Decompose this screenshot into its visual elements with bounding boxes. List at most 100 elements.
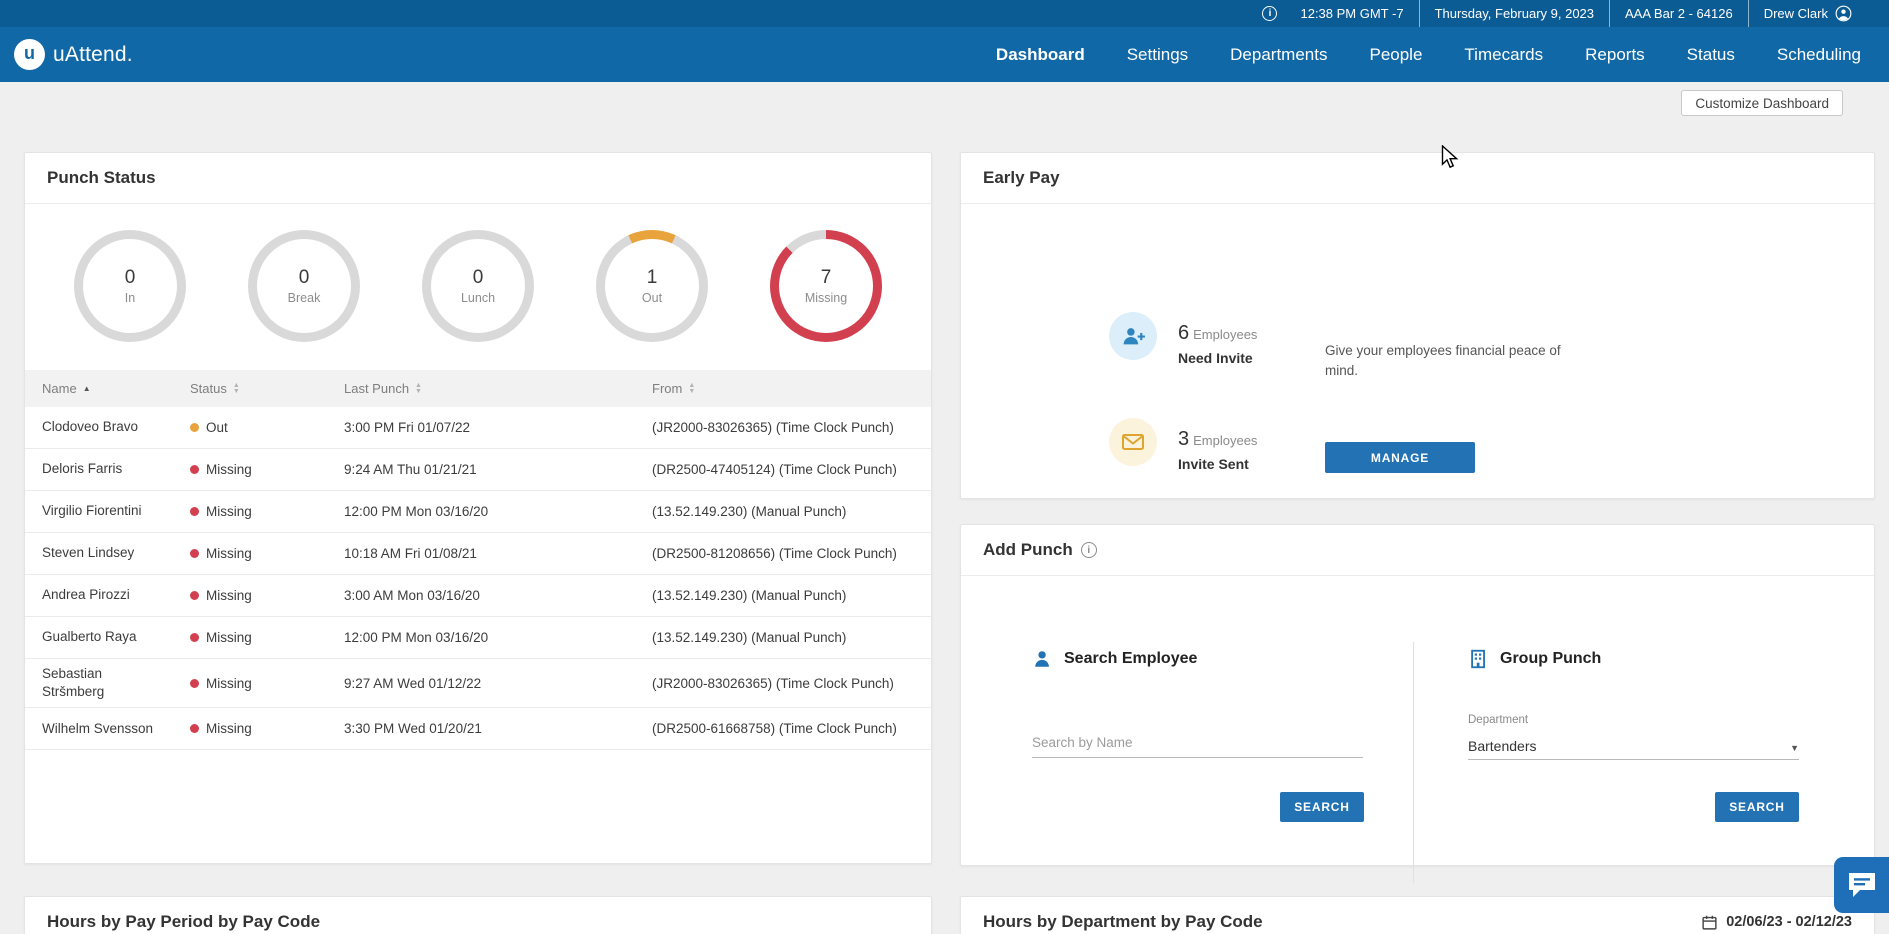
- person-add-icon: [1121, 324, 1146, 349]
- department-select[interactable]: Bartenders: [1468, 732, 1799, 760]
- date-range-text: 02/06/23 - 02/12/23: [1726, 914, 1852, 930]
- gauge-ring: 0 Break: [248, 230, 360, 342]
- status-text: Missing: [206, 630, 252, 645]
- gauge-ring: 1 Out: [596, 230, 708, 342]
- nav-item-status[interactable]: Status: [1687, 45, 1735, 65]
- status-dot-icon: [190, 633, 199, 642]
- punch-source: (13.52.149.230) (Manual Punch): [652, 498, 914, 525]
- punch-status-cell: Missing: [190, 582, 344, 609]
- status-text: Missing: [206, 676, 252, 691]
- manage-button[interactable]: MANAGE: [1325, 442, 1475, 473]
- gauge-value: 0: [125, 267, 136, 289]
- gauge-value: 1: [647, 267, 658, 289]
- brand-logo[interactable]: uAttend: [14, 39, 133, 70]
- need-invite-icon-circle: [1109, 312, 1157, 360]
- search-employee-input[interactable]: [1032, 728, 1363, 758]
- chat-widget-button[interactable]: [1834, 857, 1889, 913]
- nav-links: Dashboard Settings Departments People Ti…: [996, 45, 1861, 65]
- nav-item-timecards[interactable]: Timecards: [1464, 45, 1543, 65]
- table-row[interactable]: Sebastian Stršmberg Missing 9:27 AM Wed …: [25, 659, 931, 708]
- search-employee-button[interactable]: SEARCH: [1280, 792, 1364, 822]
- chat-bubble-icon: [1846, 870, 1878, 900]
- table-header: Name Status Last Punch From: [25, 370, 931, 407]
- gauge-value: 7: [821, 267, 832, 289]
- employee-name: Gualberto Raya: [42, 622, 190, 652]
- punch-source: (13.52.149.230) (Manual Punch): [652, 582, 914, 609]
- last-punch: 3:00 PM Fri 01/07/22: [344, 414, 652, 441]
- account-name[interactable]: AAA Bar 2 - 64126: [1610, 0, 1748, 27]
- last-punch: 10:18 AM Fri 01/08/21: [344, 540, 652, 567]
- gauge-label: In: [125, 291, 135, 305]
- table-row[interactable]: Wilhelm Svensson Missing 3:30 PM Wed 01/…: [25, 708, 931, 750]
- nav-item-settings[interactable]: Settings: [1127, 45, 1188, 65]
- nav-item-departments[interactable]: Departments: [1230, 45, 1327, 65]
- table-row[interactable]: Clodoveo Bravo Out 3:00 PM Fri 01/07/22 …: [25, 407, 931, 449]
- user-menu[interactable]: Drew Clark: [1749, 0, 1867, 27]
- status-dot-icon: [190, 465, 199, 474]
- table-row[interactable]: Virgilio Fiorentini Missing 12:00 PM Mon…: [25, 491, 931, 533]
- punch-status-table: Name Status Last Punch From Clodoveo Bra: [25, 370, 931, 750]
- column-header-from[interactable]: From: [652, 381, 914, 396]
- column-label: Name: [42, 381, 77, 396]
- column-header-name[interactable]: Name: [42, 381, 190, 396]
- sort-icon: [233, 383, 240, 395]
- sort-ascending-icon: [83, 384, 91, 393]
- employee-name: Steven Lindsey: [42, 538, 190, 568]
- punch-source: (JR2000-83026365) (Time Clock Punch): [652, 670, 914, 697]
- gauge-label: Break: [288, 291, 321, 305]
- customize-dashboard-button[interactable]: Customize Dashboard: [1681, 90, 1843, 116]
- add-punch-header: Add Punch: [961, 525, 1874, 576]
- hours-by-department-card: Hours by Department by Pay Code 02/06/23…: [960, 896, 1875, 934]
- brand-name: uAttend: [53, 43, 133, 67]
- need-invite-stat: 6Employees Need Invite: [1178, 322, 1257, 366]
- status-dot-icon: [190, 423, 199, 432]
- status-text: Missing: [206, 588, 252, 603]
- punch-status-cell: Missing: [190, 715, 344, 742]
- invite-sent-stat: 3Employees Invite Sent: [1178, 428, 1257, 472]
- nav-item-scheduling[interactable]: Scheduling: [1777, 45, 1861, 65]
- table-row[interactable]: Gualberto Raya Missing 12:00 PM Mon 03/1…: [25, 617, 931, 659]
- last-punch: 3:30 PM Wed 01/20/21: [344, 715, 652, 742]
- punch-status-cell: Missing: [190, 624, 344, 651]
- table-row[interactable]: Steven Lindsey Missing 10:18 AM Fri 01/0…: [25, 533, 931, 575]
- status-text: Missing: [206, 721, 252, 736]
- column-header-last-punch[interactable]: Last Punch: [344, 381, 652, 396]
- nav-item-people[interactable]: People: [1369, 45, 1422, 65]
- punch-status-cell: Missing: [190, 540, 344, 567]
- gauge-break[interactable]: 0 Break: [248, 230, 360, 342]
- punch-source: (DR2500-47405124) (Time Clock Punch): [652, 456, 914, 483]
- alert-indicator[interactable]: [1247, 0, 1285, 27]
- status-text: Missing: [206, 504, 252, 519]
- gauge-ring: 0 In: [74, 230, 186, 342]
- gauge-label: Out: [642, 291, 662, 305]
- gauge-lunch[interactable]: 0 Lunch: [422, 230, 534, 342]
- table-row[interactable]: Deloris Farris Missing 9:24 AM Thu 01/21…: [25, 449, 931, 491]
- add-punch-body: Search Employee SEARCH Group Punch Depar…: [961, 576, 1874, 861]
- group-punch-search-button[interactable]: SEARCH: [1715, 792, 1799, 822]
- gauge-value: 0: [299, 267, 310, 289]
- nav-item-dashboard[interactable]: Dashboard: [996, 45, 1085, 65]
- gauge-in[interactable]: 0 In: [74, 230, 186, 342]
- building-icon: [1468, 648, 1490, 670]
- status-dot-icon: [190, 549, 199, 558]
- date-range-picker[interactable]: 02/06/23 - 02/12/23: [1701, 914, 1852, 931]
- status-dot-icon: [190, 679, 199, 688]
- employee-name: Andrea Pirozzi: [42, 580, 190, 610]
- nav-item-reports[interactable]: Reports: [1585, 45, 1645, 65]
- gauge-ring: 0 Lunch: [422, 230, 534, 342]
- need-invite-label: Need Invite: [1178, 350, 1257, 366]
- add-punch-info-icon[interactable]: [1081, 542, 1097, 558]
- punch-status-cell: Missing: [190, 456, 344, 483]
- hours-pay-period-header: Hours by Pay Period by Pay Code: [25, 897, 931, 934]
- column-label: Last Punch: [344, 381, 409, 396]
- search-employee-heading: Search Employee: [1032, 648, 1197, 670]
- status-text: Missing: [206, 546, 252, 561]
- early-pay-title: Early Pay: [983, 168, 1060, 188]
- column-header-status[interactable]: Status: [190, 381, 344, 396]
- gauge-missing[interactable]: 7 Missing: [770, 230, 882, 342]
- early-pay-pitch: Give your employees financial peace of m…: [1325, 341, 1587, 380]
- table-row[interactable]: Andrea Pirozzi Missing 3:00 AM Mon 03/16…: [25, 575, 931, 617]
- gauge-out[interactable]: 1 Out: [596, 230, 708, 342]
- status-text: Missing: [206, 462, 252, 477]
- sort-icon: [415, 383, 422, 395]
